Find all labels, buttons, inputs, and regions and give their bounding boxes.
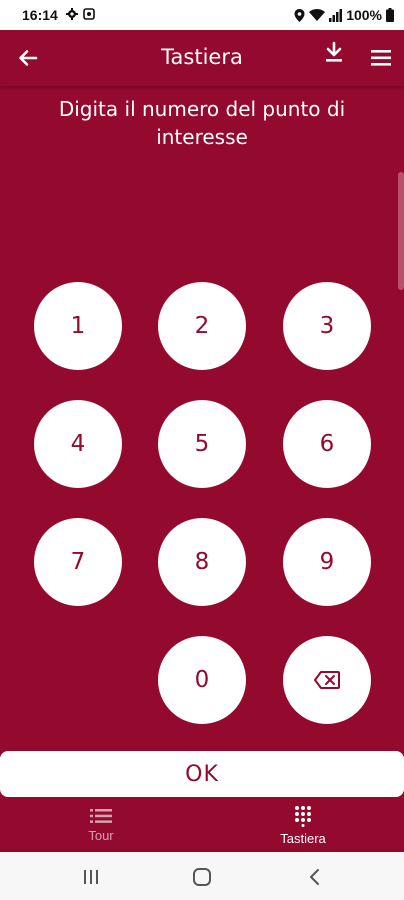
status-time: 16:14 xyxy=(22,7,58,23)
key-4[interactable]: 4 xyxy=(34,400,122,488)
key-8[interactable]: 8 xyxy=(158,518,246,606)
backspace-icon xyxy=(314,671,340,689)
hamburger-menu-icon[interactable] xyxy=(368,45,394,71)
keypad-icon xyxy=(295,805,311,827)
key-9[interactable]: 9 xyxy=(283,518,371,606)
gear-icon xyxy=(66,8,78,20)
download-icon[interactable] xyxy=(322,40,346,66)
keypad-prompt: Digita il numero del punto di interesse xyxy=(58,97,346,149)
nav-label-tour: Tour xyxy=(88,827,114,843)
system-nav-bar xyxy=(0,852,404,900)
key-6[interactable]: 6 xyxy=(283,400,371,488)
back-icon[interactable] xyxy=(304,866,326,888)
status-right: 100% xyxy=(294,7,394,23)
wifi-icon xyxy=(309,8,326,21)
key-3[interactable]: 3 xyxy=(283,282,371,370)
key-7[interactable]: 7 xyxy=(34,518,122,606)
bottom-nav: Tour Tastiera xyxy=(0,798,404,852)
recent-apps-icon[interactable] xyxy=(80,866,102,888)
home-icon[interactable] xyxy=(191,866,213,888)
location-icon xyxy=(294,8,305,22)
app-bar: Tastiera xyxy=(0,30,404,87)
nav-item-tastiera[interactable]: Tastiera xyxy=(202,798,404,852)
status-bar: 16:14 100% xyxy=(0,0,404,30)
key-0[interactable]: 0 xyxy=(158,636,246,724)
key-1[interactable]: 1 xyxy=(34,282,122,370)
ok-button[interactable]: OK xyxy=(0,751,404,797)
list-icon xyxy=(90,808,112,823)
nav-label-tastiera: Tastiera xyxy=(280,830,326,846)
nav-item-tour[interactable]: Tour xyxy=(0,798,202,852)
notification-icon xyxy=(83,8,95,20)
key-5[interactable]: 5 xyxy=(158,400,246,488)
delete-key[interactable] xyxy=(283,636,371,724)
scrollbar[interactable] xyxy=(398,172,404,290)
battery-percent: 100% xyxy=(346,7,382,23)
key-2[interactable]: 2 xyxy=(158,282,246,370)
signal-icon xyxy=(329,8,343,22)
battery-icon xyxy=(386,8,394,22)
